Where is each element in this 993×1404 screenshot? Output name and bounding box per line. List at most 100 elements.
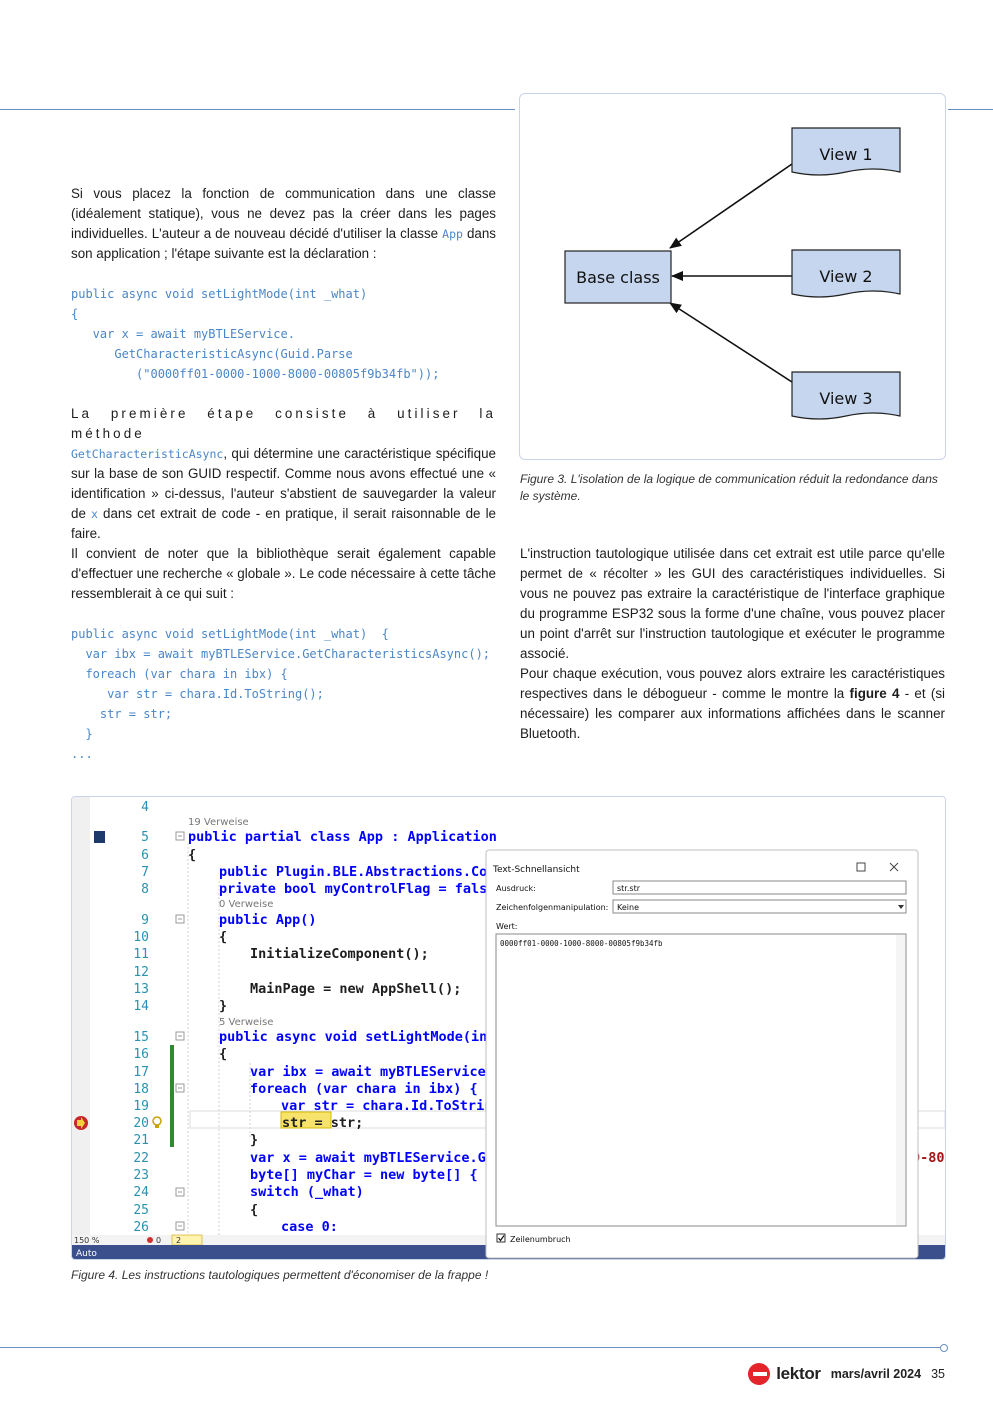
node-view-1: View 1 [791, 127, 901, 176]
current-statement-arrow-icon [74, 1116, 88, 1130]
svg-text:InitializeComponent();: InitializeComponent(); [250, 946, 429, 962]
svg-text:case 0:: case 0: [281, 1219, 338, 1235]
node-base-class: Base class [564, 250, 672, 304]
codelens-references-5: 5 Verweise [219, 1017, 273, 1028]
value-label: Wert: [496, 922, 517, 931]
svg-text:13: 13 [133, 982, 149, 997]
svg-text:public partial class App : App: public partial class App : Application [188, 829, 497, 845]
svg-text:public App(): public App() [219, 912, 317, 928]
class-diagram: Base class View 1 View 2 View 3 [564, 127, 901, 420]
svg-text:10: 10 [133, 930, 149, 945]
svg-text:18: 18 [133, 1082, 149, 1097]
ide-status-text: Auto [76, 1249, 97, 1259]
code-block-2: public async void setLightMode(int _what… [71, 627, 491, 761]
svg-text:Keine: Keine [617, 903, 639, 912]
expression-label: Ausdruck: [496, 884, 536, 893]
error-icon[interactable] [147, 1237, 153, 1243]
svg-text:7: 7 [141, 865, 149, 880]
svg-text:{: { [250, 1202, 258, 1218]
svg-text:25: 25 [133, 1203, 149, 1218]
svg-text:20: 20 [133, 1116, 149, 1131]
footer-rule [0, 1347, 940, 1348]
svg-text:var ibx = await myBTLEService.: var ibx = await myBTLEService.G [250, 1064, 502, 1080]
svg-text:24: 24 [133, 1185, 149, 1200]
class-marker-icon [94, 831, 105, 843]
svg-text:15: 15 [133, 1030, 149, 1045]
brand-name: lektor [776, 1364, 821, 1383]
inline-code-app: App [442, 227, 463, 241]
figure-3-diagram: Base class View 1 View 2 View 3 [519, 93, 946, 460]
svg-text:View 3: View 3 [819, 389, 872, 408]
svg-text:{: { [188, 847, 196, 863]
svg-text:23: 23 [133, 1168, 149, 1183]
footer-rule-dot [940, 1344, 948, 1352]
elektor-logo-icon [748, 1363, 771, 1385]
svg-text:6: 6 [141, 848, 149, 863]
svg-text:private bool myControlFlag = f: private bool myControlFlag = false; [219, 881, 503, 897]
svg-text:17: 17 [133, 1065, 149, 1080]
figure-4-ref: figure 4 [849, 686, 900, 701]
dialog-title: Text-Schnellansicht [492, 865, 580, 875]
figure-3-caption: Figure 3. L'isolation de la logique de c… [520, 472, 938, 503]
svg-text:var x = await myBTLEService.Ge: var x = await myBTLEService.Get [250, 1150, 502, 1166]
figure-4-screenshot: 4 5 6 7 8 9 10 11 12 13 14 15 16 17 18 1… [71, 796, 946, 1260]
text-visualizer-dialog: Text-Schnellansicht Ausdruck: str.str Ze… [485, 849, 919, 1259]
paragraph-intro: Si vous placez la fonction de communicat… [71, 186, 496, 261]
svg-text:0000ff01-0000-1000-8000-00805f: 0000ff01-0000-1000-8000-00805f9b34fb [500, 939, 663, 948]
svg-text:byte[] myChar = new byte[] { (: byte[] myChar = new byte[] { (b [250, 1167, 502, 1183]
manipulation-dropdown[interactable] [612, 899, 907, 914]
arrow-view3 [669, 302, 793, 383]
svg-text:Base class: Base class [576, 268, 660, 287]
code-block-1: public async void setLightMode(int _what… [71, 287, 440, 381]
paragraph-tautology: L'instruction tautologique utilisée dans… [520, 546, 945, 661]
svg-text:{: { [219, 929, 227, 945]
wrap-label: Zeilenumbruch [510, 1235, 571, 1244]
arrow-view1 [669, 163, 793, 249]
inline-code-x: x [90, 507, 98, 521]
svg-text:foreach (var chara in ibx) {: foreach (var chara in ibx) { [250, 1081, 478, 1097]
svg-text:8: 8 [141, 882, 149, 897]
top-rule-left [0, 109, 515, 110]
svg-text:12: 12 [133, 965, 149, 980]
expression-field[interactable] [612, 880, 907, 895]
codelens-references-19: 19 Verweise [188, 817, 249, 828]
codelens-references-0: 0 Verweise [219, 899, 273, 910]
node-view-2: View 2 [791, 249, 901, 298]
svg-text:19: 19 [133, 1099, 149, 1114]
svg-text:11: 11 [133, 947, 149, 962]
svg-text:14: 14 [133, 999, 149, 1014]
zoom-level[interactable]: 150 % [74, 1236, 100, 1245]
change-bar [170, 1045, 174, 1147]
svg-text:public Plugin.BLE.Abstractions: public Plugin.BLE.Abstractions.Cont [219, 864, 503, 880]
paragraph-global: Il convient de noter que la bibliothèque… [71, 546, 496, 601]
node-view-3: View 3 [791, 371, 901, 420]
svg-text:21: 21 [133, 1133, 149, 1148]
paragraph-debugger: Pour chaque exécution, vous pouvez alors… [520, 666, 945, 741]
manipulation-label: Zeichenfolgenmanipulation: [496, 903, 608, 912]
svg-text:{: { [219, 1046, 227, 1062]
value-scrollbar[interactable] [896, 935, 905, 1225]
ide-window: 4 5 6 7 8 9 10 11 12 13 14 15 16 17 18 1… [72, 797, 945, 1259]
left-column: Si vous placez la fonction de communicat… [71, 184, 496, 764]
error-count[interactable]: 0 [156, 1236, 161, 1245]
value-textarea[interactable] [495, 933, 907, 1227]
svg-text:MainPage = new AppShell();: MainPage = new AppShell(); [250, 981, 461, 997]
warning-count[interactable]: 2 [176, 1236, 181, 1245]
svg-text:9: 9 [141, 913, 149, 928]
figure-4-caption: Figure 4. Les instructions tautologiques… [71, 1268, 489, 1282]
svg-text:var str = chara.Id.ToString: var str = chara.Id.ToString [281, 1098, 500, 1114]
breakpoint-margin[interactable] [72, 797, 90, 1235]
issue-date: mars/avril 2024 [830, 1367, 922, 1381]
svg-text:public async void setLightMode: public async void setLightMode(int [219, 1029, 495, 1045]
page-footer: lektor mars/avril 2024 35 [748, 1362, 945, 1386]
page-number: 35 [931, 1367, 945, 1381]
svg-text:26: 26 [133, 1220, 149, 1235]
svg-text:}: } [219, 998, 227, 1014]
svg-text:View 1: View 1 [819, 145, 872, 164]
svg-text:str = str;: str = str; [282, 1115, 363, 1131]
inline-code-method: GetCharacteristicAsync [71, 447, 224, 461]
svg-text:}: } [250, 1132, 258, 1148]
svg-text:str.str: str.str [617, 884, 641, 893]
right-column: L'instruction tautologique utilisée dans… [520, 544, 945, 744]
top-rule-right [948, 109, 993, 110]
